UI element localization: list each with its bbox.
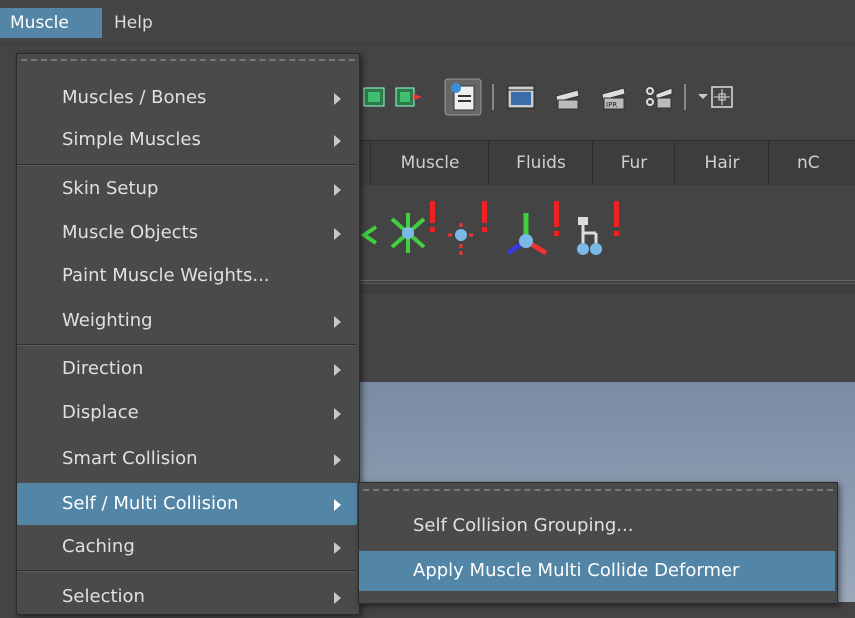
submenu-tearoff[interactable] — [363, 489, 833, 491]
submenu-arrow-icon — [334, 408, 341, 420]
submenu-arrow-icon — [334, 184, 341, 196]
menu-item-label: Simple Muscles — [62, 129, 201, 150]
render-region-icon[interactable] — [362, 82, 392, 112]
menu-bar: Muscle Help — [0, 0, 855, 45]
tab-fur[interactable]: Fur — [592, 141, 675, 185]
submenu-item-apply-multi-collide-deformer[interactable]: Apply Muscle Multi Collide Deformer — [359, 551, 835, 591]
self-multi-collision-submenu: Self Collision Grouping... Apply Muscle … — [358, 482, 838, 604]
snap-dropdown-icon[interactable] — [696, 82, 736, 112]
submenu-arrow-icon — [334, 93, 341, 105]
tab-muscle[interactable]: Muscle — [370, 141, 489, 185]
attribute-editor-icon[interactable] — [444, 78, 482, 116]
status-toolbar: IPR — [356, 70, 855, 126]
tab-ncloth[interactable]: nC — [768, 141, 855, 185]
render-current-frame-icon[interactable] — [552, 82, 582, 112]
menu-item-label: Self / Multi Collision — [62, 493, 239, 514]
shelf-tabs: Muscle Fluids Fur Hair nC — [356, 140, 855, 186]
render-view-icon[interactable] — [506, 82, 536, 112]
muscle-spline-icon[interactable] — [386, 197, 438, 257]
submenu-item-self-collision-grouping[interactable]: Self Collision Grouping... — [359, 506, 835, 546]
menu-item-label: Smart Collision — [62, 448, 198, 469]
tab-fluids[interactable]: Fluids — [488, 141, 593, 185]
shelf-arrow-icon[interactable] — [360, 219, 380, 249]
menu-item-label: Weighting — [62, 310, 153, 331]
submenu-arrow-icon — [334, 228, 341, 240]
toolbar-separator — [684, 84, 686, 110]
muscle-direction-icon[interactable] — [504, 197, 568, 261]
panel-toolbar — [356, 294, 855, 382]
menu-item-direction[interactable]: Direction — [17, 348, 357, 390]
menu-item-simple-muscles[interactable]: Simple Muscles — [17, 119, 357, 161]
menu-help[interactable]: Help — [104, 8, 174, 38]
svg-text:IPR: IPR — [606, 101, 617, 109]
submenu-arrow-icon — [334, 592, 341, 604]
menu-item-label: Muscles / Bones — [62, 87, 207, 108]
submenu-arrow-icon — [334, 364, 341, 376]
menu-item-label: Caching — [62, 536, 135, 557]
tab-hair[interactable]: Hair — [674, 141, 769, 185]
menu-item-muscle-objects[interactable]: Muscle Objects — [17, 212, 357, 254]
menu-muscle[interactable]: Muscle — [0, 8, 102, 38]
menu-separator — [17, 344, 357, 346]
menu-tearoff[interactable] — [21, 59, 355, 61]
snapshot-icon[interactable] — [394, 82, 424, 112]
toolbar-separator — [492, 84, 494, 110]
menu-item-caching[interactable]: Caching — [17, 526, 357, 568]
menu-item-paint-muscle-weights[interactable]: Paint Muscle Weights... — [17, 255, 357, 297]
menu-item-label: Displace — [62, 402, 139, 423]
menu-separator — [17, 570, 357, 572]
menu-item-label: Muscle Objects — [62, 222, 199, 243]
submenu-arrow-icon — [334, 542, 341, 554]
submenu-arrow-icon — [334, 316, 341, 328]
menu-item-skin-setup[interactable]: Skin Setup — [17, 168, 357, 210]
menu-item-label: Skin Setup — [62, 178, 159, 199]
render-settings-icon[interactable] — [644, 82, 674, 112]
menu-item-smart-collision[interactable]: Smart Collision — [17, 438, 357, 480]
menu-item-weighting[interactable]: Weighting — [17, 300, 357, 342]
menu-item-label: Selection — [62, 586, 145, 607]
muscle-pin-icon[interactable] — [444, 197, 494, 259]
ipr-render-icon[interactable]: IPR — [598, 82, 628, 112]
menu-item-self-multi-collision[interactable]: Self / Multi Collision — [17, 483, 357, 525]
menu-separator — [17, 164, 357, 166]
shelf-icons — [356, 185, 855, 281]
menu-item-displace[interactable]: Displace — [17, 392, 357, 434]
submenu-arrow-icon — [334, 135, 341, 147]
menu-item-muscles-bones[interactable]: Muscles / Bones — [17, 77, 357, 119]
menu-item-selection[interactable]: Selection — [17, 576, 357, 618]
muscle-hierarchy-icon[interactable] — [574, 197, 630, 261]
submenu-arrow-icon — [334, 499, 341, 511]
muscle-menu: Muscles / Bones Simple Muscles Skin Setu… — [16, 53, 360, 615]
submenu-arrow-icon — [334, 454, 341, 466]
menu-item-label: Paint Muscle Weights... — [62, 265, 270, 286]
menu-item-label: Direction — [62, 358, 144, 379]
